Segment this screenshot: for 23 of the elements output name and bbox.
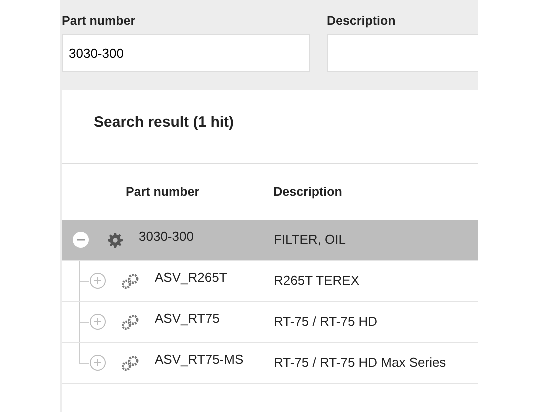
collapse-toggle[interactable] <box>73 232 89 248</box>
input-field[interactable]: 3030-300 <box>62 34 310 72</box>
result-title: Search result (1 hit) <box>94 113 234 133</box>
field-label: Part number <box>62 13 137 30</box>
part-number: ASV_RT75 <box>155 310 220 328</box>
gear-icon <box>108 232 123 248</box>
part-description: RT-75 / RT-75 HD Max Series <box>274 354 446 372</box>
field-label: Description <box>327 13 397 30</box>
gears-icon <box>122 274 139 288</box>
part-number: ASV_RT75-MS <box>155 351 244 370</box>
part-number: 3030-300 <box>139 228 194 246</box>
input-field[interactable] <box>327 34 478 72</box>
part-description: RT-75 / RT-75 HD <box>274 313 378 332</box>
part-number: ASV_R265T <box>155 269 228 288</box>
expand-toggle[interactable] <box>90 355 106 371</box>
gears-icon <box>122 314 139 330</box>
column-header: Part number <box>126 184 200 201</box>
part-description: R265T TEREX <box>274 272 360 290</box>
part-description: FILTER, OIL <box>274 231 346 250</box>
column-header: Description <box>274 184 342 201</box>
gears-icon <box>122 356 139 370</box>
expand-toggle[interactable] <box>90 273 106 289</box>
expand-toggle[interactable] <box>90 314 106 330</box>
